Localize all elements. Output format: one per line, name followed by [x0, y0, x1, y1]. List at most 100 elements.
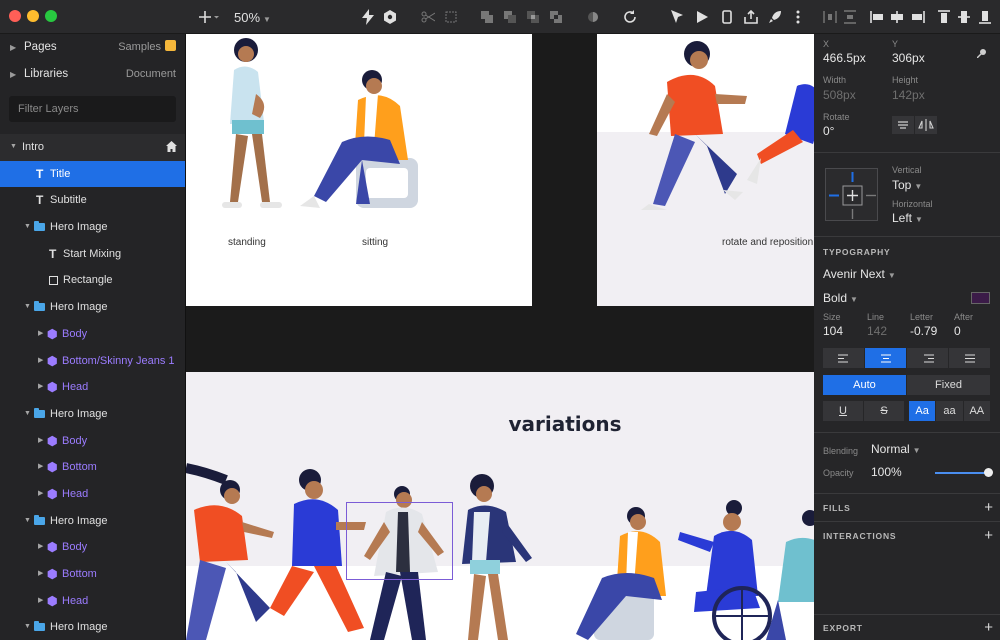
layer-bottom-skinny-jeans[interactable]: ▶ ⬢ Bottom/Skinny Jeans 1 — [0, 348, 185, 375]
align-right-button[interactable] — [910, 7, 926, 27]
opacity-slider-track[interactable] — [935, 472, 989, 474]
rotate-field[interactable]: 0° — [823, 124, 834, 138]
text-color-swatch[interactable] — [971, 292, 990, 304]
font-weight-value: Bold — [823, 291, 848, 305]
font-weight-select[interactable]: Bold ▼ — [823, 291, 858, 305]
insert-button[interactable] — [198, 7, 220, 27]
constraints-widget[interactable] — [825, 168, 878, 221]
align-top-button[interactable] — [936, 7, 952, 27]
artboard-variations[interactable]: variations — [186, 372, 814, 640]
layer-title[interactable]: T Title — [0, 160, 185, 188]
align-text-right-button[interactable] — [907, 348, 948, 368]
current-page-selector[interactable]: Samples — [118, 34, 176, 61]
underline-button[interactable]: U — [823, 401, 863, 421]
fixed-width-button[interactable]: Fixed — [907, 375, 990, 395]
layer-hero-image[interactable]: ▼ Hero Image — [0, 214, 185, 241]
layer-subtitle[interactable]: T Subtitle — [0, 187, 185, 214]
union-button[interactable] — [479, 7, 495, 27]
strikethrough-button[interactable]: S — [864, 401, 904, 421]
letter-field[interactable]: -0.79 — [910, 324, 937, 338]
minimize-window-button[interactable] — [27, 10, 39, 22]
align-text-left-button[interactable] — [823, 348, 864, 368]
share-button[interactable] — [743, 7, 759, 27]
after-field[interactable]: 0 — [954, 324, 961, 338]
layer-hero-image[interactable]: ▼ Hero Image — [0, 508, 185, 535]
layer-bottom[interactable]: ▶ ⬢ Bottom — [0, 454, 185, 481]
layer-head[interactable]: ▶ ⬢ Head — [0, 374, 185, 401]
flip-vertical-button[interactable] — [915, 116, 937, 134]
preview-button[interactable] — [695, 7, 709, 27]
y-field[interactable]: 306px — [892, 51, 925, 65]
layer-body[interactable]: ▶ ⬢ Body — [0, 428, 185, 455]
pin-icon[interactable] — [977, 48, 987, 58]
pointer-button[interactable] — [670, 7, 684, 27]
align-text-center-button[interactable] — [865, 348, 906, 368]
layer-body[interactable]: ▶ ⬢ Body — [0, 321, 185, 348]
artboard-rotate[interactable]: rotate and reposition — [597, 34, 814, 306]
current-page-name: Samples — [118, 41, 161, 53]
subtract-button[interactable] — [502, 7, 518, 27]
auto-width-button[interactable]: Auto — [823, 375, 906, 395]
horizontal-select[interactable]: Left ▼ — [892, 211, 923, 225]
height-field[interactable]: 142px — [892, 88, 925, 102]
disclosure-open-icon: ▼ — [24, 409, 31, 417]
flip-horizontal-button[interactable] — [892, 116, 914, 134]
close-window-button[interactable] — [9, 10, 21, 22]
pages-header[interactable]: ▶ Pages Samples — [0, 34, 185, 61]
add-fill-button[interactable]: + — [984, 500, 993, 515]
component-button[interactable] — [382, 7, 398, 27]
crop-button[interactable] — [443, 7, 459, 27]
align-text-justify-button[interactable] — [949, 348, 990, 368]
layer-hero-image[interactable]: ▼ Hero Image — [0, 614, 185, 640]
align-left-button[interactable] — [869, 7, 885, 27]
layer-rectangle[interactable]: Rectangle — [0, 267, 185, 294]
distribute-horizontal-button[interactable] — [822, 7, 838, 27]
layer-head[interactable]: ▶ ⬢ Head — [0, 588, 185, 615]
layer-bottom[interactable]: ▶ ⬢ Bottom — [0, 561, 185, 588]
width-field[interactable]: 508px — [823, 88, 856, 102]
layer-head[interactable]: ▶ ⬢ Head — [0, 481, 185, 508]
align-middle-button[interactable] — [956, 7, 972, 27]
title-case-button[interactable]: Aa — [909, 401, 936, 421]
distribute-vertical-button[interactable] — [842, 7, 858, 27]
opacity-field[interactable]: 100% — [871, 465, 902, 479]
rotate-button[interactable] — [622, 7, 638, 27]
zoom-level[interactable]: 50% ▼ — [234, 10, 271, 25]
mirror-button[interactable] — [720, 7, 734, 27]
selection-box[interactable] — [346, 502, 453, 580]
layer-hero-image[interactable]: ▼ Hero Image — [0, 401, 185, 428]
blending-select[interactable]: Normal ▼ — [871, 442, 921, 456]
align-center-h-button[interactable] — [889, 7, 905, 27]
uppercase-button[interactable]: AA — [963, 401, 990, 421]
mask-button[interactable] — [586, 7, 600, 27]
scissors-button[interactable] — [420, 7, 436, 27]
intersect-button[interactable] — [525, 7, 541, 27]
add-export-button[interactable]: + — [984, 620, 993, 635]
layer-start-mixing[interactable]: T Start Mixing — [0, 241, 185, 268]
symbol-icon: ⬢ — [47, 460, 58, 475]
filter-layers-input[interactable]: Filter Layers — [9, 96, 176, 122]
more-button[interactable] — [792, 7, 804, 27]
size-field[interactable]: 104 — [823, 324, 843, 338]
libraries-header[interactable]: ▶ Libraries Document — [0, 61, 185, 88]
layer-hero-image[interactable]: ▼ Hero Image — [0, 294, 185, 321]
zoom-window-button[interactable] — [45, 10, 57, 22]
layer-body[interactable]: ▶ ⬢ Body — [0, 534, 185, 561]
vertical-select[interactable]: Top ▼ — [892, 178, 922, 192]
opacity-slider-handle[interactable] — [984, 468, 993, 477]
divider — [814, 521, 1000, 522]
add-interaction-button[interactable]: + — [984, 528, 993, 543]
font-family-select[interactable]: Avenir Next ▼ — [823, 267, 896, 281]
x-field[interactable]: 466.5px — [823, 51, 866, 65]
publish-button[interactable] — [767, 7, 783, 27]
canvas[interactable]: standing sitting rotate and reposition v… — [186, 34, 814, 640]
create-symbol-button[interactable] — [360, 7, 376, 27]
artboard-poses[interactable]: standing sitting — [186, 34, 532, 306]
symbol-icon: ⬢ — [47, 380, 58, 395]
align-bottom-button[interactable] — [977, 7, 993, 27]
line-field[interactable]: 142 — [867, 324, 887, 338]
vertical-value: Top — [892, 178, 912, 192]
lowercase-button[interactable]: aa — [936, 401, 963, 421]
difference-button[interactable] — [548, 7, 564, 27]
layer-page-intro[interactable]: ▼ Intro — [0, 134, 185, 161]
